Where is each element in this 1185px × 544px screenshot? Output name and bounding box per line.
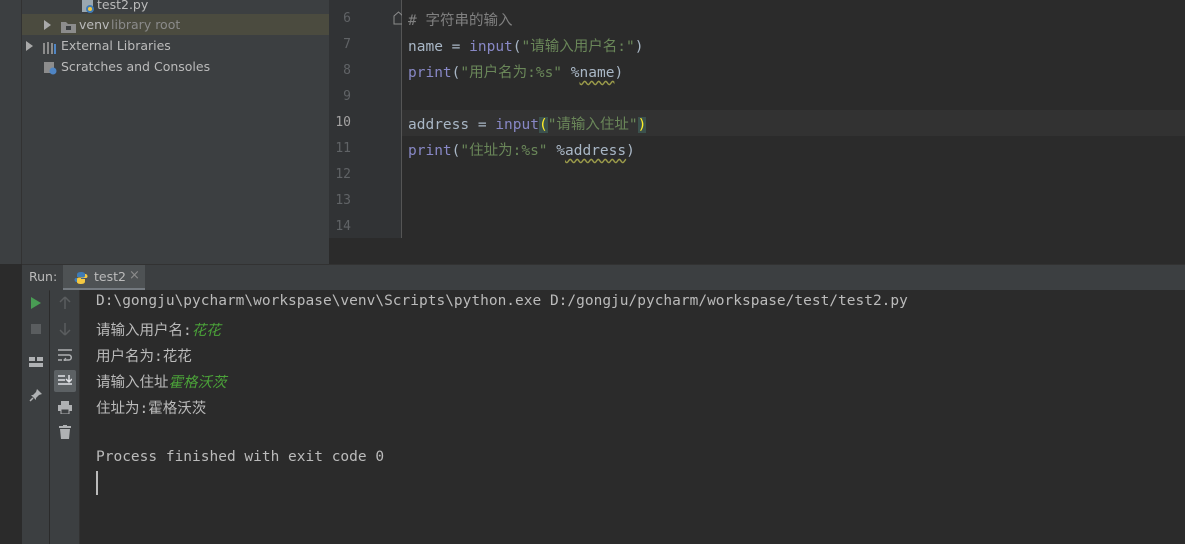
run-toolbar-secondary <box>50 290 80 544</box>
down-arrow-icon[interactable] <box>55 319 75 339</box>
builtin-print: print <box>408 143 452 159</box>
scroll-to-end-icon[interactable] <box>54 370 76 392</box>
layout-icon[interactable] <box>26 352 46 372</box>
matched-bracket: ) <box>637 117 647 133</box>
line-number: 7 <box>343 37 351 52</box>
string-literal: "请输入住址" <box>547 117 638 133</box>
scratches-icon <box>43 60 57 75</box>
code-line-6: # 字符串的输入 <box>408 9 512 30</box>
code-lines[interactable]: # 字符串的输入 name = input("请输入用户名:") print("… <box>402 0 1185 238</box>
user-input-text: 霍格沃茨 <box>168 375 227 391</box>
comment: # 字符串的输入 <box>408 13 513 29</box>
user-input-text: 花花 <box>191 323 221 339</box>
expand-arrow-icon[interactable] <box>44 20 51 30</box>
stop-icon[interactable] <box>26 319 46 339</box>
string-literal: "请输入用户名:" <box>521 39 635 55</box>
console-output[interactable]: D:\gongju\pycharm\workspase\venv\Scripts… <box>80 290 1185 544</box>
line-number: 14 <box>335 219 351 234</box>
editor-gutter: 6 7 8 9 10 11 12 13 14 <box>329 0 404 238</box>
line-number-current: 10 <box>335 115 351 130</box>
editor-bottom-area <box>329 238 1185 264</box>
library-icon <box>43 39 57 54</box>
tree-item-label: venv <box>79 17 110 32</box>
tree-item-external-libraries[interactable]: External Libraries <box>22 35 329 56</box>
run-tab-test2[interactable]: test2 × <box>63 265 145 290</box>
project-tree-panel: test2.py venv library root External Libr… <box>22 0 329 264</box>
line-number: 13 <box>335 193 351 208</box>
python-file-icon <box>81 0 95 13</box>
soft-wrap-icon[interactable] <box>55 345 75 365</box>
left-tool-strip <box>0 0 22 264</box>
code-line-7: name = input("请输入用户名:") <box>408 39 644 55</box>
tree-item-test2-py[interactable]: test2.py <box>22 0 329 15</box>
console-line: 住址为:霍格沃茨 <box>96 401 207 417</box>
builtin-input: input <box>469 39 513 55</box>
python-icon <box>74 270 88 289</box>
up-arrow-icon[interactable] <box>55 293 75 313</box>
code-line-11: print("住址为:%s" %address) <box>408 143 635 159</box>
run-tab-label: test2 <box>94 269 126 284</box>
trash-icon[interactable] <box>55 422 75 442</box>
close-tab-icon[interactable]: × <box>129 268 140 283</box>
console-line: 请输入住址霍格沃茨 <box>96 375 227 391</box>
line-number: 12 <box>335 167 351 182</box>
builtin-print: print <box>408 65 452 81</box>
code-line-8: print("用户名为:%s" %name) <box>408 65 624 81</box>
typo-underlined-word: name <box>579 65 615 81</box>
string-literal: "用户名为:%s" <box>460 65 563 81</box>
line-number: 6 <box>343 11 351 26</box>
console-command-line: D:\gongju\pycharm\workspase\venv\Scripts… <box>96 293 908 309</box>
console-line: 用户名为:花花 <box>96 349 192 365</box>
code-line-10: address = input("请输入住址") <box>408 117 647 133</box>
rerun-icon[interactable] <box>26 293 46 313</box>
typo-underlined-word: address <box>565 143 627 159</box>
matched-bracket: ( <box>538 117 548 133</box>
tree-item-label: Scratches and Consoles <box>61 59 211 74</box>
run-panel-header: Run: test2 × <box>22 264 1185 291</box>
tree-item-annotation: library root <box>111 17 181 32</box>
tree-item-venv[interactable]: venv library root <box>22 14 329 35</box>
expand-arrow-icon[interactable] <box>26 41 33 51</box>
console-line: 请输入用户名:花花 <box>96 323 221 339</box>
tree-item-label: test2.py <box>97 0 149 12</box>
console-exit-message: Process finished with exit code 0 <box>96 449 385 465</box>
line-number: 8 <box>343 63 351 78</box>
folder-icon <box>61 18 76 33</box>
tree-item-label: External Libraries <box>61 38 171 53</box>
run-toolbar-primary <box>22 290 49 544</box>
text-cursor <box>96 471 98 495</box>
tree-item-scratches[interactable]: Scratches and Consoles <box>22 56 329 77</box>
line-number: 9 <box>343 89 351 104</box>
builtin-input: input <box>495 117 539 133</box>
string-literal: "住址为:%s" <box>460 143 548 159</box>
print-icon[interactable] <box>55 397 75 417</box>
line-number: 11 <box>335 141 351 156</box>
pin-icon[interactable] <box>26 385 46 405</box>
run-label: Run: <box>29 269 58 284</box>
